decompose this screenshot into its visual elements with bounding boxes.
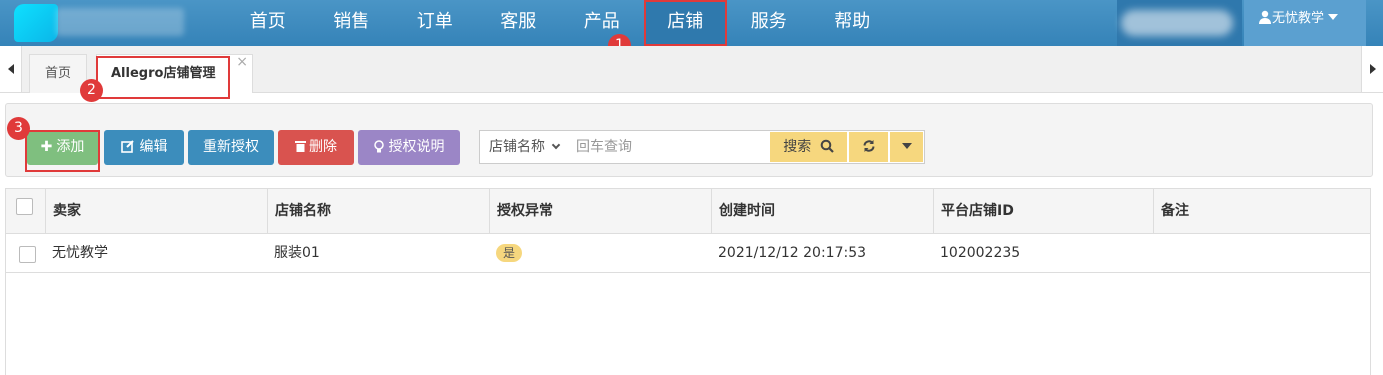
nav-item-shops[interactable]: 店铺	[643, 0, 727, 46]
nav-item-home[interactable]: 首页	[226, 0, 310, 46]
search-field-select[interactable]: 店铺名称	[480, 131, 576, 163]
column-header-shop-name[interactable]: 店铺名称	[267, 189, 489, 233]
highlight-box-add	[25, 130, 100, 172]
column-header-created-time[interactable]: 创建时间	[711, 189, 933, 233]
delete-button[interactable]: 删除	[278, 130, 354, 165]
logo[interactable]	[14, 2, 184, 42]
table-row[interactable]: 无忧教学 服装01 是 2021/12/12 20:17:53 10200223…	[6, 235, 1370, 273]
nav-item-customer-service[interactable]: 客服	[477, 0, 561, 46]
search-button[interactable]: 搜索	[769, 132, 847, 162]
nav-item-help[interactable]: 帮助	[811, 0, 895, 46]
column-header-seller[interactable]: 卖家	[45, 189, 267, 233]
row-checkbox[interactable]	[19, 246, 36, 263]
refresh-icon	[863, 140, 874, 152]
top-navbar: 首页 销售 订单 客服 产品 店铺 服务 帮助 无忧教学	[0, 0, 1383, 46]
edit-button[interactable]: 编辑	[104, 130, 184, 165]
nav-item-products[interactable]: 产品	[560, 0, 644, 46]
column-header-auth-error[interactable]: 授权异常	[489, 189, 711, 233]
user-menu[interactable]: 无忧教学	[1244, 0, 1366, 46]
cell-created-time: 2021/12/12 20:17:53	[718, 245, 867, 261]
cell-seller: 无忧教学	[52, 245, 108, 261]
cell-auth-error: 是	[489, 235, 523, 272]
tab-home[interactable]: 首页	[29, 54, 87, 93]
tab-scroll-right[interactable]	[1361, 46, 1383, 92]
search-icon	[820, 139, 834, 153]
shop-table: 卖家 店铺名称 授权异常 创建时间 平台店铺ID 备注 无忧教学 服装01 是 …	[5, 188, 1371, 375]
step-marker-3: 3	[7, 117, 30, 140]
select-all-checkbox[interactable]	[16, 198, 33, 215]
cell-remark	[1153, 235, 1160, 272]
highlight-box-tab	[96, 56, 230, 99]
nav-item-sales[interactable]: 销售	[310, 0, 394, 46]
nav-item-services[interactable]: 服务	[727, 0, 811, 46]
tab-scroll-left[interactable]	[0, 46, 22, 92]
authorization-help-button[interactable]: 授权说明	[358, 130, 460, 165]
column-header-remark[interactable]: 备注	[1153, 189, 1370, 233]
blurred-account-info	[1117, 0, 1242, 46]
nav-item-orders[interactable]: 订单	[393, 0, 477, 46]
chevron-down-icon	[551, 140, 561, 150]
column-header-platform-shop-id[interactable]: 平台店铺ID	[933, 189, 1153, 233]
refresh-button[interactable]	[848, 132, 888, 162]
lightbulb-icon	[373, 140, 384, 153]
edit-icon	[120, 140, 134, 153]
caret-right-icon	[1369, 64, 1376, 74]
caret-left-icon	[7, 64, 14, 74]
more-options-button[interactable]	[889, 132, 923, 162]
main-nav: 首页 销售 订单 客服 产品 店铺 服务 帮助	[226, 0, 894, 46]
cell-platform-shop-id: 102002235	[940, 245, 1021, 261]
caret-down-icon	[1328, 14, 1339, 20]
toolbar-panel: ✚添加 编辑 重新授权 删除 授权说明 店铺名称 搜索	[5, 103, 1373, 177]
trash-icon	[295, 141, 306, 152]
search-group: 店铺名称 搜索	[479, 130, 925, 164]
search-input[interactable]	[576, 131, 766, 163]
caret-down-icon	[901, 143, 912, 149]
close-icon[interactable]: ×	[236, 43, 248, 81]
user-name: 无忧教学	[1272, 11, 1325, 26]
table-header: 卖家 店铺名称 授权异常 创建时间 平台店铺ID 备注	[6, 189, 1370, 234]
user-icon	[1259, 10, 1271, 24]
status-badge: 是	[496, 244, 523, 262]
cell-shop-name: 服装01	[274, 245, 320, 261]
reauthorize-button[interactable]: 重新授权	[188, 130, 274, 165]
step-marker-2: 2	[80, 79, 103, 102]
